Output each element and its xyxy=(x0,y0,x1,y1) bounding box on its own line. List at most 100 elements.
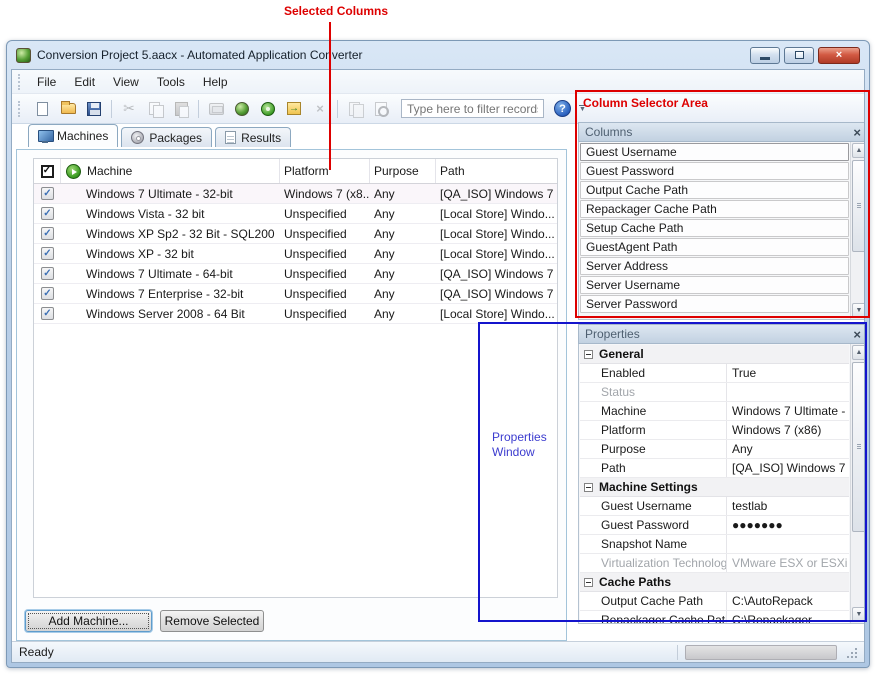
package-button[interactable] xyxy=(230,97,254,121)
refresh-button[interactable] xyxy=(256,97,280,121)
select-all-checkbox[interactable]: ✓ xyxy=(41,165,54,178)
platform-column-header[interactable]: Platform xyxy=(280,159,370,183)
monitor-icon xyxy=(38,130,52,142)
table-row[interactable]: ✓ Windows XP Sp2 - 32 Bit - SQL200 Unspe… xyxy=(34,224,557,244)
row-checkbox[interactable]: ✓ xyxy=(41,287,54,300)
platform-header-label: Platform xyxy=(284,164,329,178)
resize-grip[interactable] xyxy=(847,650,857,660)
export-icon: → xyxy=(287,102,301,115)
menu-edit[interactable]: Edit xyxy=(65,72,104,92)
row-checkbox[interactable]: ✓ xyxy=(41,247,54,260)
table-row[interactable]: ✓ Windows 7 Enterprise - 32-bit Unspecif… xyxy=(34,284,557,304)
row-checkbox[interactable]: ✓ xyxy=(41,187,54,200)
copy-icon xyxy=(149,102,162,116)
refresh-icon xyxy=(261,102,275,116)
machine-column-header[interactable]: Machine xyxy=(61,159,280,183)
disc-icon xyxy=(131,131,144,144)
new-icon xyxy=(37,102,48,116)
path-cell: [Local Store] Windo... xyxy=(436,224,557,243)
machine-cell: Windows 7 Ultimate - 64-bit xyxy=(86,267,233,281)
menu-tools[interactable]: Tools xyxy=(148,72,194,92)
machine-cell: Windows XP - 32 bit xyxy=(86,247,194,261)
path-column-header[interactable]: Path xyxy=(436,159,557,183)
machine-header-label: Machine xyxy=(87,164,132,178)
minimize-button[interactable] xyxy=(750,47,780,64)
close-icon: × xyxy=(836,50,842,61)
row-checkbox[interactable]: ✓ xyxy=(41,207,54,220)
machine-cell: Windows Vista - 32 bit xyxy=(86,207,205,221)
report-button[interactable] xyxy=(343,97,367,121)
row-checkbox[interactable]: ✓ xyxy=(41,227,54,240)
close-button[interactable]: × xyxy=(818,47,860,64)
purpose-cell: Any xyxy=(370,264,436,283)
purpose-cell: Any xyxy=(370,284,436,303)
tab-strip: Machines Packages Results xyxy=(28,127,291,147)
select-all-header[interactable]: ✓ xyxy=(34,159,61,183)
column-selector-annotation: Column Selector Area xyxy=(583,96,708,110)
purpose-cell: Any xyxy=(370,184,436,203)
table-row[interactable]: ✓ Windows Vista - 32 bit Unspecified Any… xyxy=(34,204,557,224)
machine-cell: Windows 7 Ultimate - 32-bit xyxy=(86,187,233,201)
table-row[interactable]: ✓ Windows 7 Ultimate - 32-bit Windows 7 … xyxy=(34,184,557,204)
table-row[interactable]: ✓ Windows XP - 32 bit Unspecified Any [L… xyxy=(34,244,557,264)
selected-columns-annotation: Selected Columns xyxy=(284,4,388,18)
help-icon: ? xyxy=(559,103,566,115)
platform-cell: Unspecified xyxy=(280,304,370,323)
table-row[interactable]: ✓ Windows Server 2008 - 64 Bit Unspecifi… xyxy=(34,304,557,324)
purpose-column-header[interactable]: Purpose xyxy=(370,159,436,183)
play-icon xyxy=(66,164,81,179)
remove-selected-button[interactable]: Remove Selected xyxy=(160,610,264,632)
status-separator xyxy=(677,645,678,660)
maximize-icon xyxy=(795,51,804,59)
maximize-button[interactable] xyxy=(784,47,814,64)
menu-grip xyxy=(18,74,23,90)
open-button[interactable] xyxy=(56,97,80,121)
tab-results[interactable]: Results xyxy=(215,127,291,147)
properties-window-annotation: Properties Window xyxy=(492,430,556,460)
paste-button[interactable] xyxy=(169,97,193,121)
new-button[interactable] xyxy=(30,97,54,121)
paste-icon xyxy=(175,102,188,116)
cut-icon: ✂ xyxy=(123,100,135,117)
preview-button[interactable] xyxy=(369,97,393,121)
minimize-icon xyxy=(760,57,770,60)
save-button[interactable] xyxy=(82,97,106,121)
path-cell: [Local Store] Windo... xyxy=(436,304,557,323)
tab-results-label: Results xyxy=(241,131,281,145)
filter-input[interactable] xyxy=(401,99,544,118)
properties-window-annotation-box xyxy=(478,322,867,622)
copy-button[interactable] xyxy=(143,97,167,121)
tab-machines-label: Machines xyxy=(57,129,108,143)
cut-button[interactable]: ✂ xyxy=(117,97,141,121)
platform-cell: Unspecified xyxy=(280,284,370,303)
report-icon xyxy=(349,102,362,116)
title-bar[interactable]: Conversion Project 5.aacx - Automated Ap… xyxy=(7,41,869,69)
purpose-cell: Any xyxy=(370,244,436,263)
package-icon xyxy=(235,102,249,116)
row-checkbox[interactable]: ✓ xyxy=(41,267,54,280)
row-checkbox[interactable]: ✓ xyxy=(41,307,54,320)
tab-machines[interactable]: Machines xyxy=(28,124,118,147)
path-cell: [Local Store] Windo... xyxy=(436,204,557,223)
table-row[interactable]: ✓ Windows 7 Ultimate - 64-bit Unspecifie… xyxy=(34,264,557,284)
menu-help[interactable]: Help xyxy=(194,72,237,92)
status-bar: Ready xyxy=(12,641,864,662)
tab-packages-label: Packages xyxy=(149,131,202,145)
menu-file[interactable]: File xyxy=(28,72,65,92)
tab-packages[interactable]: Packages xyxy=(121,127,212,147)
path-cell: [QA_ISO] Windows 7 ... xyxy=(436,284,557,303)
status-text: Ready xyxy=(19,645,54,659)
add-machine-button[interactable]: Add Machine... xyxy=(25,610,152,632)
platform-cell: Unspecified xyxy=(280,224,370,243)
menu-view[interactable]: View xyxy=(104,72,148,92)
path-cell: [QA_ISO] Windows 7 ... xyxy=(436,264,557,283)
export-button[interactable]: → xyxy=(282,97,306,121)
toolbar-grip xyxy=(18,101,23,117)
platform-cell: Unspecified xyxy=(280,244,370,263)
platform-cell: Windows 7 (x8... xyxy=(280,184,370,203)
machine-icon xyxy=(209,103,224,115)
machine-button[interactable] xyxy=(204,97,228,121)
platform-cell: Unspecified xyxy=(280,264,370,283)
path-cell: [Local Store] Windo... xyxy=(436,244,557,263)
help-button[interactable]: ? xyxy=(554,100,571,117)
